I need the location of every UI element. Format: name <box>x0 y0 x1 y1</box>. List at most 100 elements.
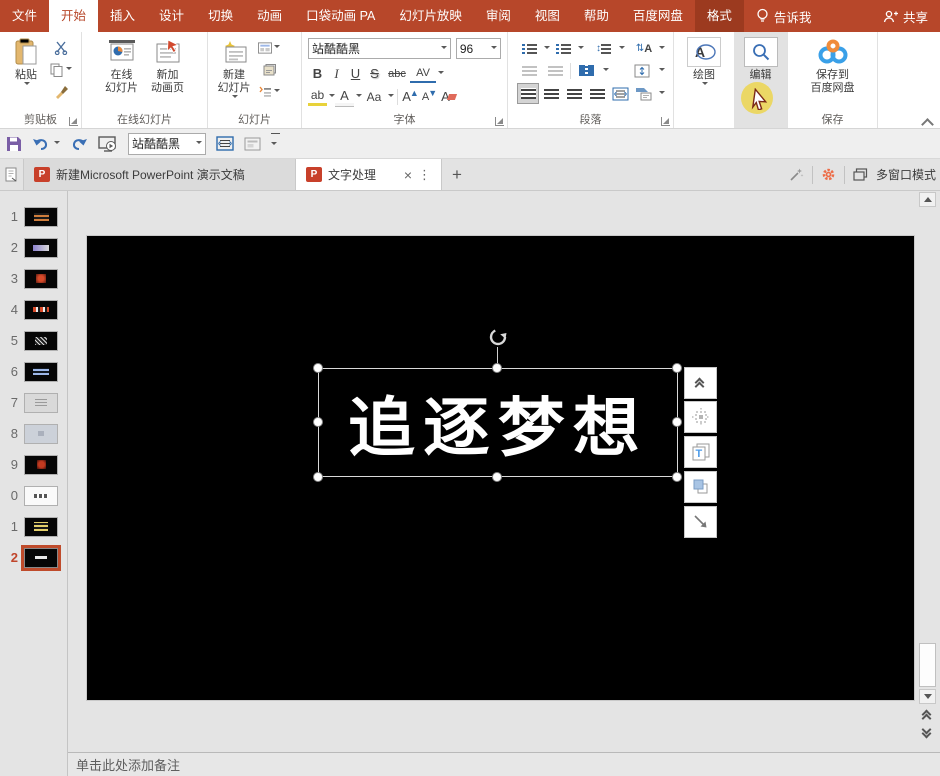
clear-formatting-button[interactable]: A <box>439 87 458 106</box>
undo-button[interactable] <box>32 132 60 156</box>
paste-dropdown-arrow[interactable] <box>24 82 30 88</box>
increase-indent-button[interactable] <box>544 61 566 80</box>
tab-pocket-animation[interactable]: 口袋动画 PA <box>294 0 387 32</box>
numbering-dropdown-arrow[interactable] <box>578 46 584 52</box>
vertical-scrollbar[interactable] <box>919 191 938 752</box>
redo-button[interactable] <box>70 132 88 156</box>
slide-thumbnail-row[interactable]: 9 <box>0 449 66 480</box>
resize-handle-sw[interactable] <box>313 472 323 482</box>
slide-title-text[interactable]: 追逐梦想 <box>348 377 648 469</box>
slide-thumbnail[interactable] <box>25 332 57 350</box>
draw-dropdown-arrow[interactable] <box>702 82 708 88</box>
slide-thumbnail[interactable] <box>25 425 57 443</box>
smartart-dropdown-arrow[interactable] <box>659 91 665 97</box>
tab-transitions[interactable]: 切换 <box>196 0 245 32</box>
collapse-toolbar-button[interactable] <box>684 367 717 399</box>
scroll-up-button[interactable] <box>919 192 936 207</box>
diagonal-resize-button[interactable] <box>684 506 717 538</box>
numbering-button[interactable] <box>552 39 574 58</box>
line-spacing-button[interactable]: ↕ <box>593 39 615 58</box>
new-doc-tab-button[interactable]: + <box>442 159 472 190</box>
font-size-combo[interactable]: 96 <box>456 38 501 59</box>
bullets-button[interactable] <box>518 39 540 58</box>
slide-thumbnail[interactable] <box>25 456 57 474</box>
font-dialog-launcher[interactable] <box>495 117 504 126</box>
tab-view[interactable]: 视图 <box>523 0 572 32</box>
slide-thumbnail[interactable] <box>25 394 57 412</box>
format-painter-button[interactable] <box>50 83 72 101</box>
slide-thumbnail[interactable] <box>25 301 57 319</box>
align-text-dropdown-arrow[interactable] <box>659 68 665 74</box>
textbox-selection[interactable]: 追逐梦想 <box>318 368 678 477</box>
resize-handle-se[interactable] <box>672 472 682 482</box>
change-case-button[interactable]: Aa <box>362 87 386 106</box>
clipboard-dialog-launcher[interactable] <box>69 117 78 126</box>
settings-gear-icon[interactable] <box>821 167 836 182</box>
magic-wand-icon[interactable] <box>789 167 804 182</box>
tab-slideshow[interactable]: 幻灯片放映 <box>387 0 474 32</box>
copy-button[interactable] <box>50 61 72 79</box>
text-direction-button[interactable]: ⇅A <box>633 39 655 58</box>
cut-button[interactable] <box>50 39 72 57</box>
text-direction-dropdown-arrow[interactable] <box>659 46 665 52</box>
slide-thumbnail[interactable] <box>25 239 57 257</box>
align-text-button[interactable] <box>631 61 653 80</box>
qat-layout-button[interactable] <box>244 132 261 156</box>
new-slide-dropdown-arrow[interactable] <box>232 95 238 101</box>
doc-list-button[interactable] <box>0 159 24 190</box>
tab-more-icon[interactable]: ⋮ <box>418 167 431 183</box>
slide-thumbnail[interactable] <box>25 487 57 505</box>
resize-handle-e[interactable] <box>672 417 682 427</box>
slide-thumbnail-row[interactable]: 8 <box>0 418 66 449</box>
new-animation-page-button[interactable]: 新加 动画页 <box>146 35 190 112</box>
layout-dropdown-arrow[interactable] <box>274 45 280 51</box>
shadow-button[interactable]: S <box>365 64 384 83</box>
share-button[interactable]: 共享 <box>870 0 940 32</box>
slide-thumbnail-row[interactable]: 4 <box>0 294 66 325</box>
resize-handle-n[interactable] <box>492 363 502 373</box>
multi-window-label[interactable]: 多窗口模式 <box>876 166 936 183</box>
paragraph-dialog-launcher[interactable] <box>661 117 670 126</box>
align-center-position-button[interactable] <box>684 401 717 433</box>
section-button[interactable] <box>258 83 280 101</box>
convert-smartart-button[interactable] <box>634 84 654 103</box>
slide-thumbnail-row-selected[interactable]: 2 <box>0 542 66 573</box>
tab-animations[interactable]: 动画 <box>245 0 294 32</box>
rotate-handle-icon[interactable] <box>487 326 509 348</box>
decrease-indent-button[interactable] <box>518 61 540 80</box>
distribute-button[interactable] <box>611 84 631 103</box>
undo-dropdown-arrow[interactable] <box>54 141 60 147</box>
slide-thumbnail[interactable] <box>25 363 57 381</box>
shrink-font-button[interactable]: A▼ <box>420 87 439 106</box>
justify-button[interactable] <box>588 84 608 103</box>
panel-divider[interactable] <box>67 191 68 776</box>
slide-thumbnail-row[interactable]: 1 <box>0 511 66 542</box>
next-slide-button[interactable] <box>919 724 936 739</box>
save-button[interactable] <box>6 132 22 156</box>
layers-button[interactable] <box>684 471 717 503</box>
font-color-button[interactable]: A <box>335 87 354 106</box>
slide-thumbnail-row[interactable]: 6 <box>0 356 66 387</box>
line-spacing-dropdown-arrow[interactable] <box>619 46 625 52</box>
char-spacing-button[interactable]: AV <box>410 64 436 83</box>
doc-tab-2[interactable]: P 文字处理 × ⋮ <box>296 159 442 190</box>
tab-baidu-netdisk[interactable]: 百度网盘 <box>621 0 695 32</box>
slide-thumbnail-row[interactable]: 1 <box>0 201 66 232</box>
text-highlight-button[interactable]: ab <box>308 87 327 106</box>
slide-thumbnail[interactable] <box>25 270 57 288</box>
bold-button[interactable]: B <box>308 64 327 83</box>
resize-handle-w[interactable] <box>313 417 323 427</box>
tab-format[interactable]: 格式 <box>695 0 744 32</box>
slide-thumbnail-row[interactable]: 0 <box>0 480 66 511</box>
slide-thumbnail-row[interactable]: 2 <box>0 232 66 263</box>
tab-review[interactable]: 审阅 <box>474 0 523 32</box>
font-name-combo[interactable]: 站酷酷黑 <box>308 38 451 59</box>
align-right-button[interactable] <box>564 84 584 103</box>
slide-thumbnail-row[interactable]: 5 <box>0 325 66 356</box>
slide-thumbnail-row[interactable]: 7 <box>0 387 66 418</box>
layout-button[interactable] <box>258 39 280 57</box>
scroll-down-button[interactable] <box>919 689 936 704</box>
notes-area[interactable]: 单击此处添加备注 <box>68 752 940 776</box>
text-box-button[interactable]: T <box>684 436 717 468</box>
draw-button[interactable]: A 绘图 <box>682 35 726 112</box>
